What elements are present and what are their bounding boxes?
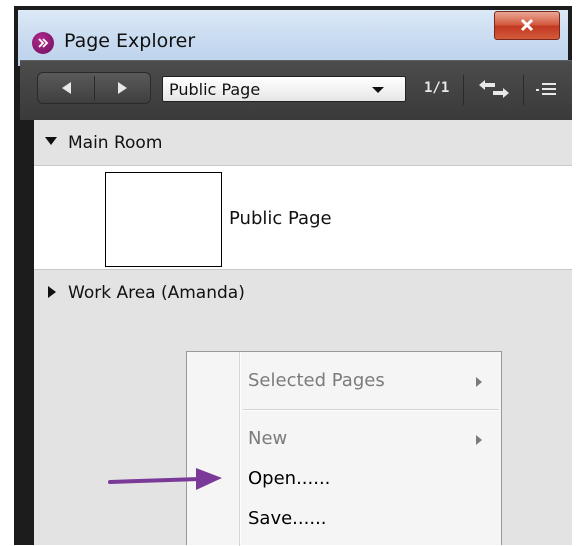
title-bar: Page Explorer — [18, 10, 568, 66]
annotation-arrow-icon — [108, 468, 222, 490]
menu-item-save[interactable]: Save...... — [243, 502, 499, 536]
menu-item-label: Save...... — [248, 508, 327, 529]
page-thumbnail[interactable] — [105, 172, 222, 267]
main-room-pages: Public Page — [34, 165, 572, 270]
menu-item-label: Selected Pages — [248, 370, 385, 391]
page-nav-group — [37, 72, 151, 104]
previous-page-button[interactable] — [38, 73, 94, 103]
toolbar-divider — [523, 75, 524, 105]
page-count: 1/1 — [424, 80, 450, 96]
menu-item-new[interactable]: New — [243, 422, 499, 456]
app-logo-icon — [32, 32, 54, 54]
triangle-right-icon — [48, 286, 56, 298]
work-area-label: Work Area (Amanda) — [68, 283, 245, 303]
main-room-label: Main Room — [68, 133, 163, 153]
page-thumbnail-label[interactable]: Public Page — [229, 208, 332, 229]
menu-item-open[interactable]: Open...... — [243, 462, 499, 496]
close-icon — [520, 18, 534, 32]
toolbar: Public Page 1/1 — [20, 60, 572, 120]
toolbar-divider — [463, 75, 464, 105]
submenu-arrow-icon — [476, 377, 482, 387]
main-room-header[interactable]: Main Room — [34, 120, 572, 165]
screenshot-frame: Page Explorer Public Page 1/1 Main Room … — [0, 0, 576, 546]
menu-gutter-highlight — [240, 352, 241, 546]
swap-arrows-icon — [479, 80, 509, 98]
menu-item-label: Open...... — [248, 468, 331, 489]
page-select-value: Public Page — [169, 80, 261, 99]
triangle-left-icon — [62, 82, 71, 94]
submenu-arrow-icon — [476, 435, 482, 445]
next-page-button[interactable] — [95, 73, 151, 103]
close-button[interactable] — [494, 11, 560, 40]
window-title: Page Explorer — [64, 30, 196, 52]
triangle-down-icon — [45, 137, 57, 145]
menu-item-selected-pages[interactable]: Selected Pages — [243, 364, 499, 398]
menu-separator-highlight — [243, 410, 499, 411]
swap-pages-button[interactable] — [469, 73, 519, 105]
work-area-header[interactable]: Work Area (Amanda) — [34, 270, 572, 315]
list-menu-icon — [536, 83, 556, 95]
context-menu: Selected Pages New Open...... Save...... — [186, 351, 502, 546]
chevron-down-icon — [372, 87, 384, 93]
triangle-right-icon — [118, 82, 127, 94]
options-menu-button[interactable] — [530, 73, 566, 105]
page-select-dropdown[interactable]: Public Page — [162, 76, 406, 102]
menu-item-label: New — [248, 428, 288, 449]
